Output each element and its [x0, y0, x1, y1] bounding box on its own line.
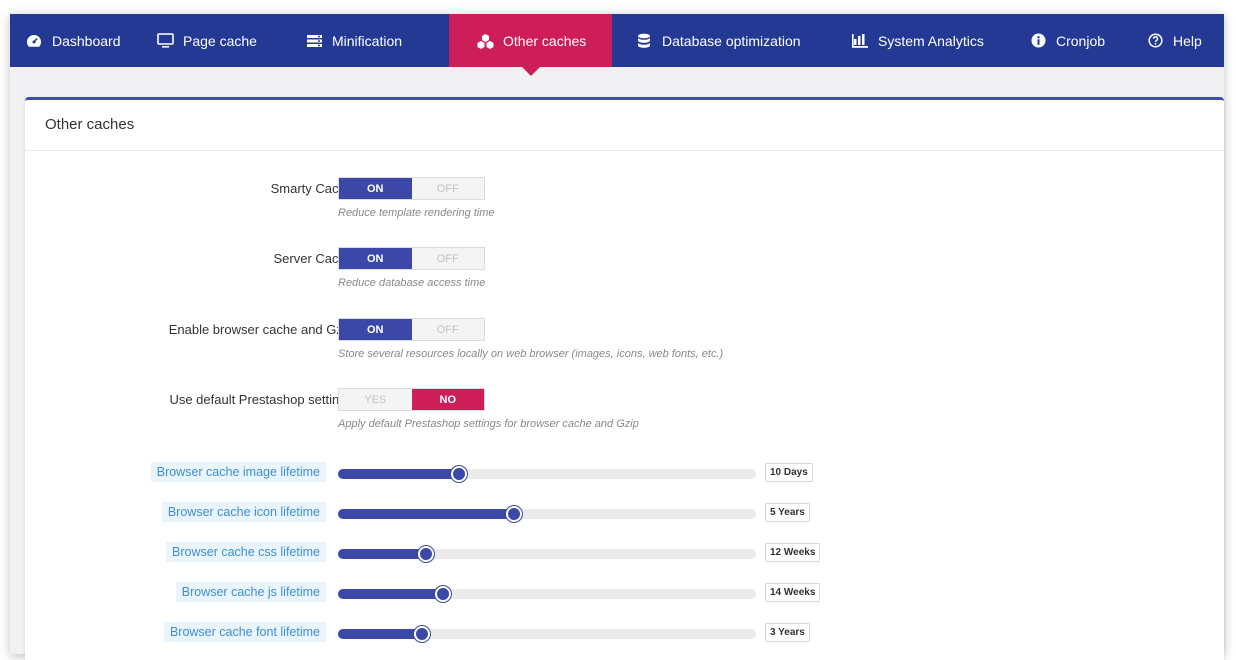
nav-system-analytics-label: System Analytics [878, 32, 984, 49]
database-icon [634, 33, 654, 49]
setting-label: Enable browser cache and Gzip [168, 322, 353, 337]
bar-chart-icon [850, 33, 870, 49]
setting-help-text: Reduce database access time [338, 277, 486, 289]
nav-dashboard-label: Dashboard [52, 32, 121, 49]
slider-handle[interactable] [451, 466, 468, 482]
layers-icon [304, 33, 324, 49]
setting-help-text: Apply default Prestashop settings for br… [338, 418, 639, 430]
slider-fill [338, 509, 514, 519]
slider-track[interactable] [338, 506, 756, 522]
setting-help-text: Reduce template rendering time [338, 207, 495, 219]
dashboard-icon [24, 33, 44, 49]
switch-off-option[interactable]: OFF [411, 178, 484, 199]
switch-off-option[interactable]: OFF [411, 248, 484, 269]
nav-other-caches[interactable]: Other caches [449, 14, 612, 76]
slider-label: Browser cache js lifetime [175, 582, 326, 602]
nav-system-analytics[interactable]: System Analytics [824, 14, 1006, 67]
nav-help[interactable]: Help [1123, 14, 1224, 67]
slider-handle[interactable] [434, 586, 451, 602]
slider-fill [338, 469, 460, 479]
nav-cronjob[interactable]: Cronjob [1006, 14, 1123, 67]
slider-label: Browser cache font lifetime [163, 622, 326, 642]
slider-label: Browser cache icon lifetime [161, 502, 326, 522]
slider-track[interactable] [338, 546, 756, 562]
slider-track[interactable] [338, 626, 756, 642]
slider-value: 3 Years [765, 623, 810, 642]
help-icon [1145, 33, 1165, 49]
slider-value: 14 Weeks [765, 583, 821, 602]
monitor-icon [155, 33, 175, 49]
panel-title: Other caches [25, 100, 1224, 151]
server-cache-switch[interactable]: ON OFF [338, 247, 485, 270]
nav-minification[interactable]: Minification [290, 14, 449, 67]
switch-off-option[interactable]: OFF [411, 319, 484, 340]
slider-label: Browser cache image lifetime [150, 462, 326, 482]
slider-handle[interactable] [413, 626, 430, 642]
nav-database-optimization-label: Database optimization [662, 32, 801, 49]
switch-on-option[interactable]: ON [339, 319, 412, 340]
slider-fill [338, 629, 422, 639]
nav-database-optimization[interactable]: Database optimization [612, 14, 824, 67]
setting-help-text: Store several resources locally on web b… [338, 348, 724, 360]
top-navbar: Dashboard Page cache Minification Other … [10, 14, 1224, 76]
switch-on-option[interactable]: ON [339, 178, 412, 199]
browser-cache-gzip-switch[interactable]: ON OFF [338, 318, 485, 341]
default-prestashop-switch[interactable]: YES NO [338, 388, 485, 411]
nav-dashboard[interactable]: Dashboard [10, 14, 141, 67]
nav-page-cache-label: Page cache [183, 32, 257, 49]
switch-no-option[interactable]: NO [411, 389, 484, 410]
slider-label: Browser cache css lifetime [166, 542, 326, 562]
slider-fill [338, 549, 426, 559]
nav-page-cache[interactable]: Page cache [141, 14, 290, 67]
slider-track[interactable] [338, 466, 756, 482]
switch-yes-option[interactable]: YES [339, 389, 412, 410]
slider-handle[interactable] [417, 546, 434, 562]
other-caches-panel: Other caches Smarty Cache ON OFF Reduce … [25, 97, 1224, 660]
slider-value: 12 Weeks [765, 543, 821, 562]
slider-value: 5 Years [765, 503, 810, 522]
slider-track[interactable] [338, 586, 756, 602]
nav-help-label: Help [1173, 32, 1202, 49]
slider-value: 10 Days [765, 463, 813, 482]
smarty-cache-switch[interactable]: ON OFF [338, 177, 485, 200]
nav-minification-label: Minification [332, 32, 403, 49]
switch-on-option[interactable]: ON [339, 248, 412, 269]
slider-handle[interactable] [505, 506, 522, 522]
info-icon [1028, 33, 1048, 49]
nav-cronjob-label: Cronjob [1056, 32, 1106, 49]
slider-fill [338, 589, 443, 599]
setting-label: Use default Prestashop settings [169, 392, 353, 407]
cubes-icon [475, 33, 495, 49]
nav-other-caches-label: Other caches [503, 32, 587, 49]
